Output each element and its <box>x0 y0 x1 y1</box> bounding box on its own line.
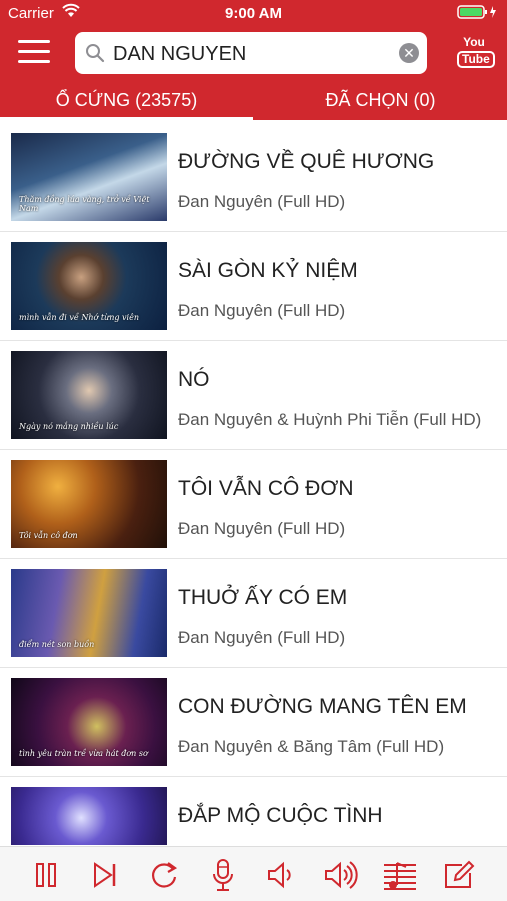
status-bar: Carrier 9:00 AM <box>0 0 507 26</box>
active-tab-indicator <box>0 117 253 121</box>
search-input[interactable] <box>111 38 395 70</box>
thumbnail-caption: Tôi vẫn cô đơn <box>19 531 78 540</box>
volume-up-icon[interactable] <box>323 857 359 893</box>
song-artist: Đan Nguyên (Full HD) <box>178 628 346 647</box>
song-row[interactable]: Thăm đồng lúa vàng, trở về Việt Nam ĐƯỜN… <box>0 123 507 232</box>
song-title: ĐƯỜNG VỀ QUÊ HƯƠNG <box>178 150 435 173</box>
thumbnail-caption: tình yêu tràn trề vừa hát đơn sơ <box>19 749 148 758</box>
tab-hard-drive[interactable]: Ổ CỨNG (23575) <box>0 80 253 120</box>
song-thumbnail: điểm nét son buồn <box>11 569 167 657</box>
song-thumbnail <box>11 787 167 845</box>
song-row[interactable]: Tôi vẫn cô đơn TÔI VẪN CÔ ĐƠN Đan Nguyên… <box>0 450 507 559</box>
song-title: ĐẮP MỘ CUỘC TÌNH <box>178 804 383 827</box>
song-row[interactable]: tình yêu tràn trề vừa hát đơn sơ CON ĐƯỜ… <box>0 668 507 777</box>
menu-icon[interactable] <box>18 40 50 66</box>
tab-selected[interactable]: ĐÃ CHỌN (0) <box>254 80 507 120</box>
song-artist: Đan Nguyên & Băng Tâm (Full HD) <box>178 737 445 756</box>
song-artist: Đan Nguyên (Full HD) <box>178 519 346 538</box>
song-thumbnail: Thăm đồng lúa vàng, trở về Việt Nam <box>11 133 167 221</box>
volume-down-icon[interactable] <box>264 857 300 893</box>
replay-icon[interactable] <box>146 857 182 893</box>
playlist-icon[interactable] <box>382 857 418 893</box>
song-row[interactable]: mình vẫn đi về Nhớ từng viên SÀI GÒN KỶ … <box>0 232 507 341</box>
youtube-label-bottom: Tube <box>457 51 495 68</box>
player-toolbar <box>0 846 507 901</box>
song-thumbnail: mình vẫn đi về Nhớ từng viên <box>11 242 167 330</box>
song-artist: Đan Nguyên (Full HD) <box>178 301 346 320</box>
app-header: ✕ You Tube <box>0 26 507 80</box>
song-thumbnail: tình yêu tràn trề vừa hát đơn sơ <box>11 678 167 766</box>
next-icon[interactable] <box>87 857 123 893</box>
song-row[interactable]: điểm nét son buồn THUỞ ẤY CÓ EM Đan Nguy… <box>0 559 507 668</box>
clear-search-icon[interactable]: ✕ <box>399 43 419 63</box>
thumbnail-caption: Thăm đồng lúa vàng, trở về Việt Nam <box>19 195 150 213</box>
pause-icon[interactable] <box>28 857 64 893</box>
song-list: Thăm đồng lúa vàng, trở về Việt Nam ĐƯỜN… <box>0 123 507 845</box>
clock: 9:00 AM <box>225 5 282 22</box>
song-artist: Đan Nguyên & Huỳnh Phi Tiễn (Full HD) <box>178 410 482 429</box>
song-artist: Đan Nguyên (Full HD) <box>178 192 346 211</box>
search-icon <box>85 43 105 68</box>
song-title: NÓ <box>178 368 210 391</box>
song-title: CON ĐƯỜNG MANG TÊN EM <box>178 695 467 718</box>
youtube-label-top: You <box>463 35 485 49</box>
tab-bar: Ổ CỨNG (23575) ĐÃ CHỌN (0) <box>0 80 507 120</box>
song-row[interactable]: Ngày nó mắng nhiều lúc NÓ Đan Nguyên & H… <box>0 341 507 450</box>
microphone-icon[interactable] <box>205 857 241 893</box>
edit-icon[interactable] <box>441 857 477 893</box>
song-thumbnail: Tôi vẫn cô đơn <box>11 460 167 548</box>
thumbnail-caption: điểm nét son buồn <box>19 640 95 649</box>
song-title: THUỞ ẤY CÓ EM <box>178 586 348 609</box>
youtube-button[interactable]: You Tube <box>457 35 495 70</box>
thumbnail-caption: mình vẫn đi về Nhớ từng viên <box>19 313 139 322</box>
battery-icon <box>457 5 499 23</box>
song-row[interactable]: ĐẮP MỘ CUỘC TÌNH <box>0 777 507 845</box>
song-thumbnail: Ngày nó mắng nhiều lúc <box>11 351 167 439</box>
thumbnail-caption: Ngày nó mắng nhiều lúc <box>19 422 119 431</box>
search-bar: ✕ <box>75 32 427 74</box>
song-title: TÔI VẪN CÔ ĐƠN <box>178 477 354 500</box>
song-title: SÀI GÒN KỶ NIỆM <box>178 259 358 282</box>
